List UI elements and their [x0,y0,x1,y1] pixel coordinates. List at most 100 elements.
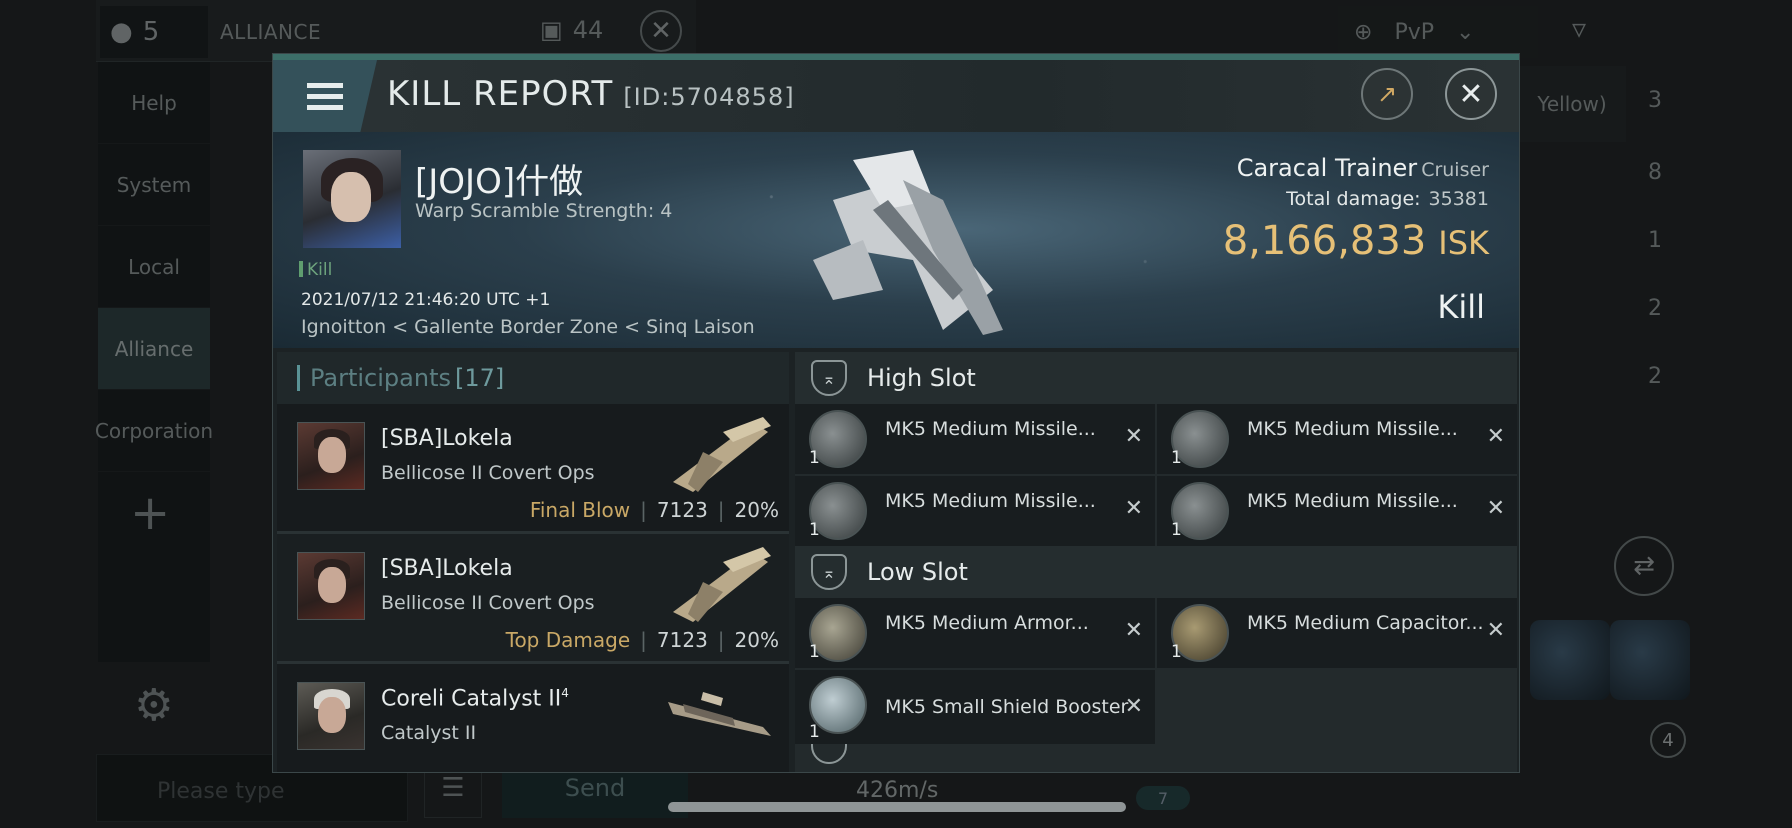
probe-count[interactable]: 1 [1648,228,1662,253]
share-button[interactable]: ↗ [1361,68,1413,120]
destroyed-x-icon: ✕ [1124,496,1143,521]
participants-panel: Participants [17] [SBA]Lokela Bellicose … [277,352,789,772]
avatar[interactable] [297,552,365,620]
empty-module-cell [1157,670,1517,744]
module-qty: 1 [1171,642,1182,662]
window-count[interactable]: 2 [1648,296,1662,321]
report-id: [ID:5704858] [623,83,795,111]
gear-icon[interactable]: ⚙ [134,680,173,731]
high-slot-header: ⌅ High Slot [795,352,1517,404]
divider: | [640,498,647,522]
module-qty: 1 [1171,448,1182,468]
isk-unit: ISK [1438,224,1489,262]
participant-row[interactable]: [SBA]Lokela Bellicose II Covert Ops Top … [277,534,789,664]
avatar[interactable] [297,682,365,750]
module-name: MK5 Medium Missile... [1247,418,1458,440]
chat-close-icon[interactable]: ✕ [640,10,682,52]
damage-percent: 20% [734,498,779,522]
total-damage-label: Total damage: [1286,188,1421,210]
fitting-panel: ⌅ High Slot 1 MK5 Medium Missile... ✕ 1 … [795,352,1517,772]
drone-count[interactable]: 4 [1650,722,1686,758]
module-item[interactable]: 1 MK5 Medium Capacitor... ✕ [1157,598,1517,668]
destroyed-x-icon: ✕ [1486,618,1505,643]
victim-name[interactable]: [JOJO]什做 [415,154,583,203]
kill-tag: Kill [299,260,332,280]
module-icon[interactable] [1610,620,1690,700]
ship-class: Cruiser [1421,159,1489,181]
low-slot-header: ⌅ Low Slot [795,546,1517,598]
destroyed-x-icon: ✕ [1124,694,1143,719]
participant-name: [SBA]Lokela [381,426,513,451]
kill-datetime: 2021/07/12 21:46:20 UTC +1 [301,290,551,310]
swap-icon[interactable]: ⇄ [1614,536,1674,596]
module-icon[interactable] [1530,620,1610,700]
channel-count-value: 44 [572,16,604,44]
divider: | [717,628,725,652]
fleet-count[interactable]: 3 [1648,88,1662,113]
module-item[interactable]: 1 MK5 Small Shield Booster ✕ [795,670,1155,744]
member-count[interactable]: ● 5 [100,6,208,58]
overview-filter-select[interactable]: ⊕ PvP ⌄ [1338,6,1538,58]
participant-ship: Bellicose II Covert Ops [381,592,595,614]
participant-name: Coreli Catalyst II4 [381,686,569,711]
destroyed-x-icon: ✕ [1486,424,1505,449]
filter-icon[interactable]: ▿ [1572,12,1586,45]
module-name: MK5 Medium Missile... [1247,490,1458,512]
damage-value: 7123 [656,628,708,652]
module-item[interactable]: 1 MK5 Medium Missile... ✕ [795,476,1155,546]
destroyed-x-icon: ✕ [1486,496,1505,521]
sidebar-item-local[interactable]: Local [98,226,210,308]
sidebar-item-system[interactable]: System [98,144,210,226]
avatar[interactable] [297,422,365,490]
module-qty: 1 [809,520,820,540]
module-qty: 1 [809,642,820,662]
module-qty: 1 [809,448,820,468]
isk-value: 8,166,833 ISK [1223,218,1489,264]
menu-button[interactable] [273,60,377,132]
kill-tag-label: Kill [307,260,333,280]
damage-value: 7123 [656,498,708,522]
victim-summary: [JOJO]什做 Warp Scramble Strength: 4 Kill … [273,132,1519,348]
add-channel-icon[interactable]: + [130,485,170,541]
participant-ship: Catalyst II [381,722,477,744]
top-damage-tag: Top Damage [505,628,631,652]
chat-bubble-count[interactable]: 2 [1648,364,1662,389]
victim-avatar[interactable] [303,150,401,248]
standing-tab[interactable]: Yellow) [1518,66,1626,142]
module-item[interactable]: 1 MK5 Medium Armor... ✕ [795,598,1155,668]
module-item[interactable]: 1 MK5 Medium Missile... ✕ [1157,404,1517,474]
module-item[interactable]: 1 MK5 Medium Missile... ✕ [1157,476,1517,546]
kill-location: Ignoitton < Gallente Border Zone < Sinq … [301,316,755,338]
participant-name: [SBA]Lokela [381,556,513,581]
participant-name-sup: 4 [561,686,569,700]
ship-name: Caracal Trainer Cruiser [1237,154,1489,182]
module-qty: 1 [1171,520,1182,540]
low-slot-grid: 1 MK5 Medium Armor... ✕ 1 MK5 Medium Cap… [795,598,1517,744]
participant-row[interactable]: Coreli Catalyst II4 Catalyst II [277,664,789,772]
sidebar-item-corporation[interactable]: Corporation [95,390,213,472]
sidebar-item-alliance[interactable]: Alliance [98,308,210,390]
page-title: KILL REPORT [ID:5704858] [387,74,795,114]
share-icon: ↗ [1376,80,1398,108]
high-slot-grid: 1 MK5 Medium Missile... ✕ 1 MK5 Medium M… [795,404,1517,546]
ship-speed: 426m/s [856,778,939,803]
module-item[interactable]: 1 MK5 Medium Missile... ✕ [795,404,1155,474]
sidebar-item-help[interactable]: Help [98,62,210,144]
participant-ship: Bellicose II Covert Ops [381,462,595,484]
isk-amount: 8,166,833 [1222,218,1427,264]
close-button[interactable]: ✕ [1445,68,1497,120]
low-slot-label: Low Slot [867,558,968,586]
member-count-value: 5 [142,17,160,47]
participant-ship-image [673,547,771,622]
filter-value: PvP [1394,19,1434,45]
target-count[interactable]: 8 [1648,160,1662,185]
ship-name-value: Caracal Trainer [1236,154,1418,182]
module-name: MK5 Small Shield Booster [885,696,1129,718]
home-indicator[interactable] [668,802,1126,812]
module-name: MK5 Medium Missile... [885,418,1096,440]
kill-report-modal: KILL REPORT [ID:5704858] ↗ ✕ [JOJO]什做 War… [272,53,1520,773]
participant-row[interactable]: [SBA]Lokela Bellicose II Covert Ops Fina… [277,404,789,534]
crosshair-icon: ⊕ [1354,19,1373,45]
destroyed-x-icon: ✕ [1124,424,1143,449]
ship-image [813,150,1003,335]
